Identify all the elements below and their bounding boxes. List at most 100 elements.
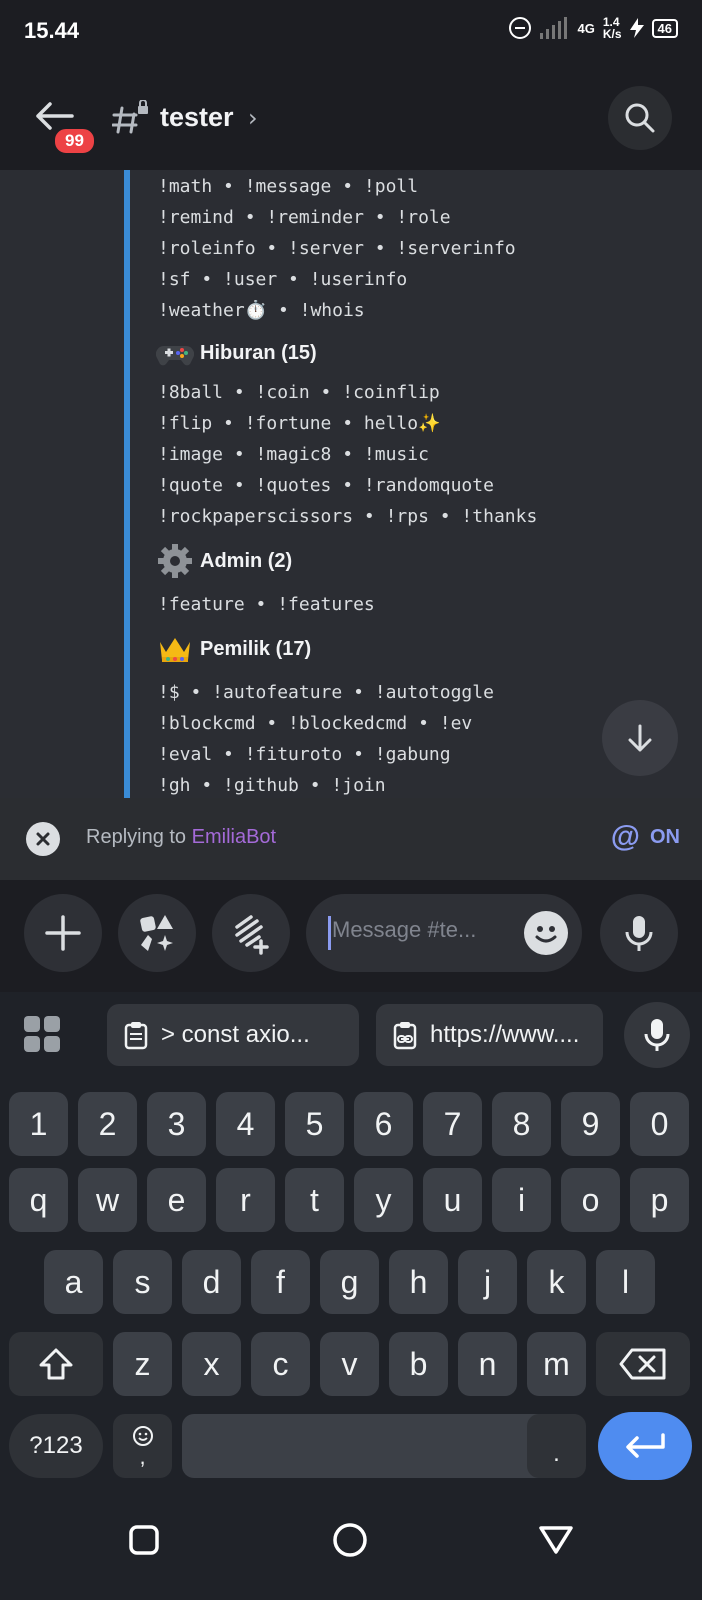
command-line: !feature • !features [158,594,375,615]
key-w[interactable]: w [78,1168,137,1232]
network-speed: 1.4 K/s [602,15,622,41]
key-a[interactable]: a [44,1250,103,1314]
command-line: !eval • !fituroto • !gabung [158,744,451,765]
symbols-key[interactable]: ?123 [9,1414,103,1478]
backspace-icon [619,1348,666,1380]
key-y[interactable]: y [354,1168,413,1232]
key-c[interactable]: c [251,1332,310,1396]
soft-keyboard: > const axio... https://www.... 1 2 3 4 … [0,992,702,1488]
network-type: 4G [577,20,595,36]
key-e[interactable]: e [147,1168,206,1232]
key-7[interactable]: 7 [423,1092,482,1156]
charging-icon [629,18,644,38]
apps-grid-icon[interactable] [22,1014,62,1054]
status-time: 15.44 [24,18,80,43]
key-v[interactable]: v [320,1332,379,1396]
keyboard-voice-button[interactable] [624,1002,690,1068]
embed-accent-bar [124,170,130,798]
key-h[interactable]: h [389,1250,448,1314]
channel-chevron[interactable]: › [248,104,258,132]
message-input[interactable] [330,916,514,944]
apps-button[interactable] [118,894,196,972]
key-f[interactable]: f [251,1250,310,1314]
enter-arrow-icon [626,1433,665,1458]
key-2[interactable]: 2 [78,1092,137,1156]
key-q[interactable]: q [9,1168,68,1232]
key-k[interactable]: k [527,1250,586,1314]
key-0[interactable]: 0 [630,1092,689,1156]
emoji-comma-key[interactable]: , [113,1414,172,1478]
mention-toggle[interactable]: @ ON [611,820,680,854]
key-s[interactable]: s [113,1250,172,1314]
key-3[interactable]: 3 [147,1092,206,1156]
key-m[interactable]: m [527,1332,586,1396]
key-u[interactable]: u [423,1168,482,1232]
recents-square-icon[interactable] [128,1524,160,1556]
clipboard-suggestion[interactable]: https://www.... [376,1004,603,1066]
channel-name[interactable]: tester [160,102,234,133]
cancel-reply-button[interactable] [26,822,60,856]
status-icons: 4G 1.4 K/s 46 [508,15,678,41]
message-composer [0,880,702,992]
clipboard-icon [124,1022,148,1050]
battery-icon: 46 [651,18,678,38]
key-4[interactable]: 4 [216,1092,275,1156]
search-button[interactable] [608,86,672,150]
mention-state: ON [650,825,680,848]
command-line: !quote • !quotes • !randomquote [158,475,494,496]
key-g[interactable]: g [320,1250,379,1314]
at-icon: @ [610,820,640,853]
microphone-icon [625,916,653,951]
key-l[interactable]: l [596,1250,655,1314]
message-input-wrapper[interactable] [306,894,582,972]
key-6[interactable]: 6 [354,1092,413,1156]
search-icon [625,103,655,133]
command-line: !$ • !autofeature • !autotoggle [158,682,494,703]
shift-icon [39,1348,73,1380]
clipboard-link-icon [393,1022,417,1050]
key-b[interactable]: b [389,1332,448,1396]
key-5[interactable]: 5 [285,1092,344,1156]
section-heading-hiburan: Hiburan (15) [156,334,317,372]
message-area[interactable]: !math • !message • !poll !remind • !remi… [0,170,702,798]
backspace-key[interactable] [596,1332,690,1396]
key-x[interactable]: x [182,1332,241,1396]
battery-level: 46 [657,20,672,36]
reply-label: Replying to EmiliaBot [86,826,277,848]
key-1[interactable]: 1 [9,1092,68,1156]
back-triangle-icon[interactable] [538,1524,574,1556]
key-t[interactable]: t [285,1168,344,1232]
clipboard-suggestion[interactable]: > const axio... [107,1004,359,1066]
command-line: !blockcmd • !blockedcmd • !ev [158,713,473,734]
command-line: !sf • !user • !userinfo [158,269,408,290]
key-d[interactable]: d [182,1250,241,1314]
command-line: !gh • !github • !join [158,775,386,796]
key-9[interactable]: 9 [561,1092,620,1156]
shift-key[interactable] [9,1332,103,1396]
smiley-icon [535,926,557,943]
locked-channel-icon [112,100,148,134]
enter-key[interactable] [598,1412,692,1480]
key-i[interactable]: i [492,1168,551,1232]
gift-boost-button[interactable] [212,894,290,972]
key-8[interactable]: 8 [492,1092,551,1156]
voice-message-button[interactable] [600,894,678,972]
key-j[interactable]: j [458,1250,517,1314]
key-r[interactable]: r [216,1168,275,1232]
command-line: !math • !message • !poll [158,176,419,197]
emoji-button[interactable] [524,911,568,955]
reply-username: EmiliaBot [191,826,277,848]
key-p[interactable]: p [630,1168,689,1232]
key-z[interactable]: z [113,1332,172,1396]
add-attachment-button[interactable] [24,894,102,972]
command-line: !roleinfo • !server • !serverinfo [158,238,516,259]
reply-bar: Replying to EmiliaBot @ ON [0,798,702,880]
microphone-icon [644,1019,670,1051]
key-n[interactable]: n [458,1332,517,1396]
key-o[interactable]: o [561,1168,620,1232]
space-key[interactable] [182,1414,585,1478]
command-line: !8ball • !coin • !coinflip [158,382,440,403]
period-key[interactable]: . [527,1414,586,1478]
home-circle-icon[interactable] [332,1522,368,1558]
jump-to-bottom-button[interactable] [602,700,678,776]
